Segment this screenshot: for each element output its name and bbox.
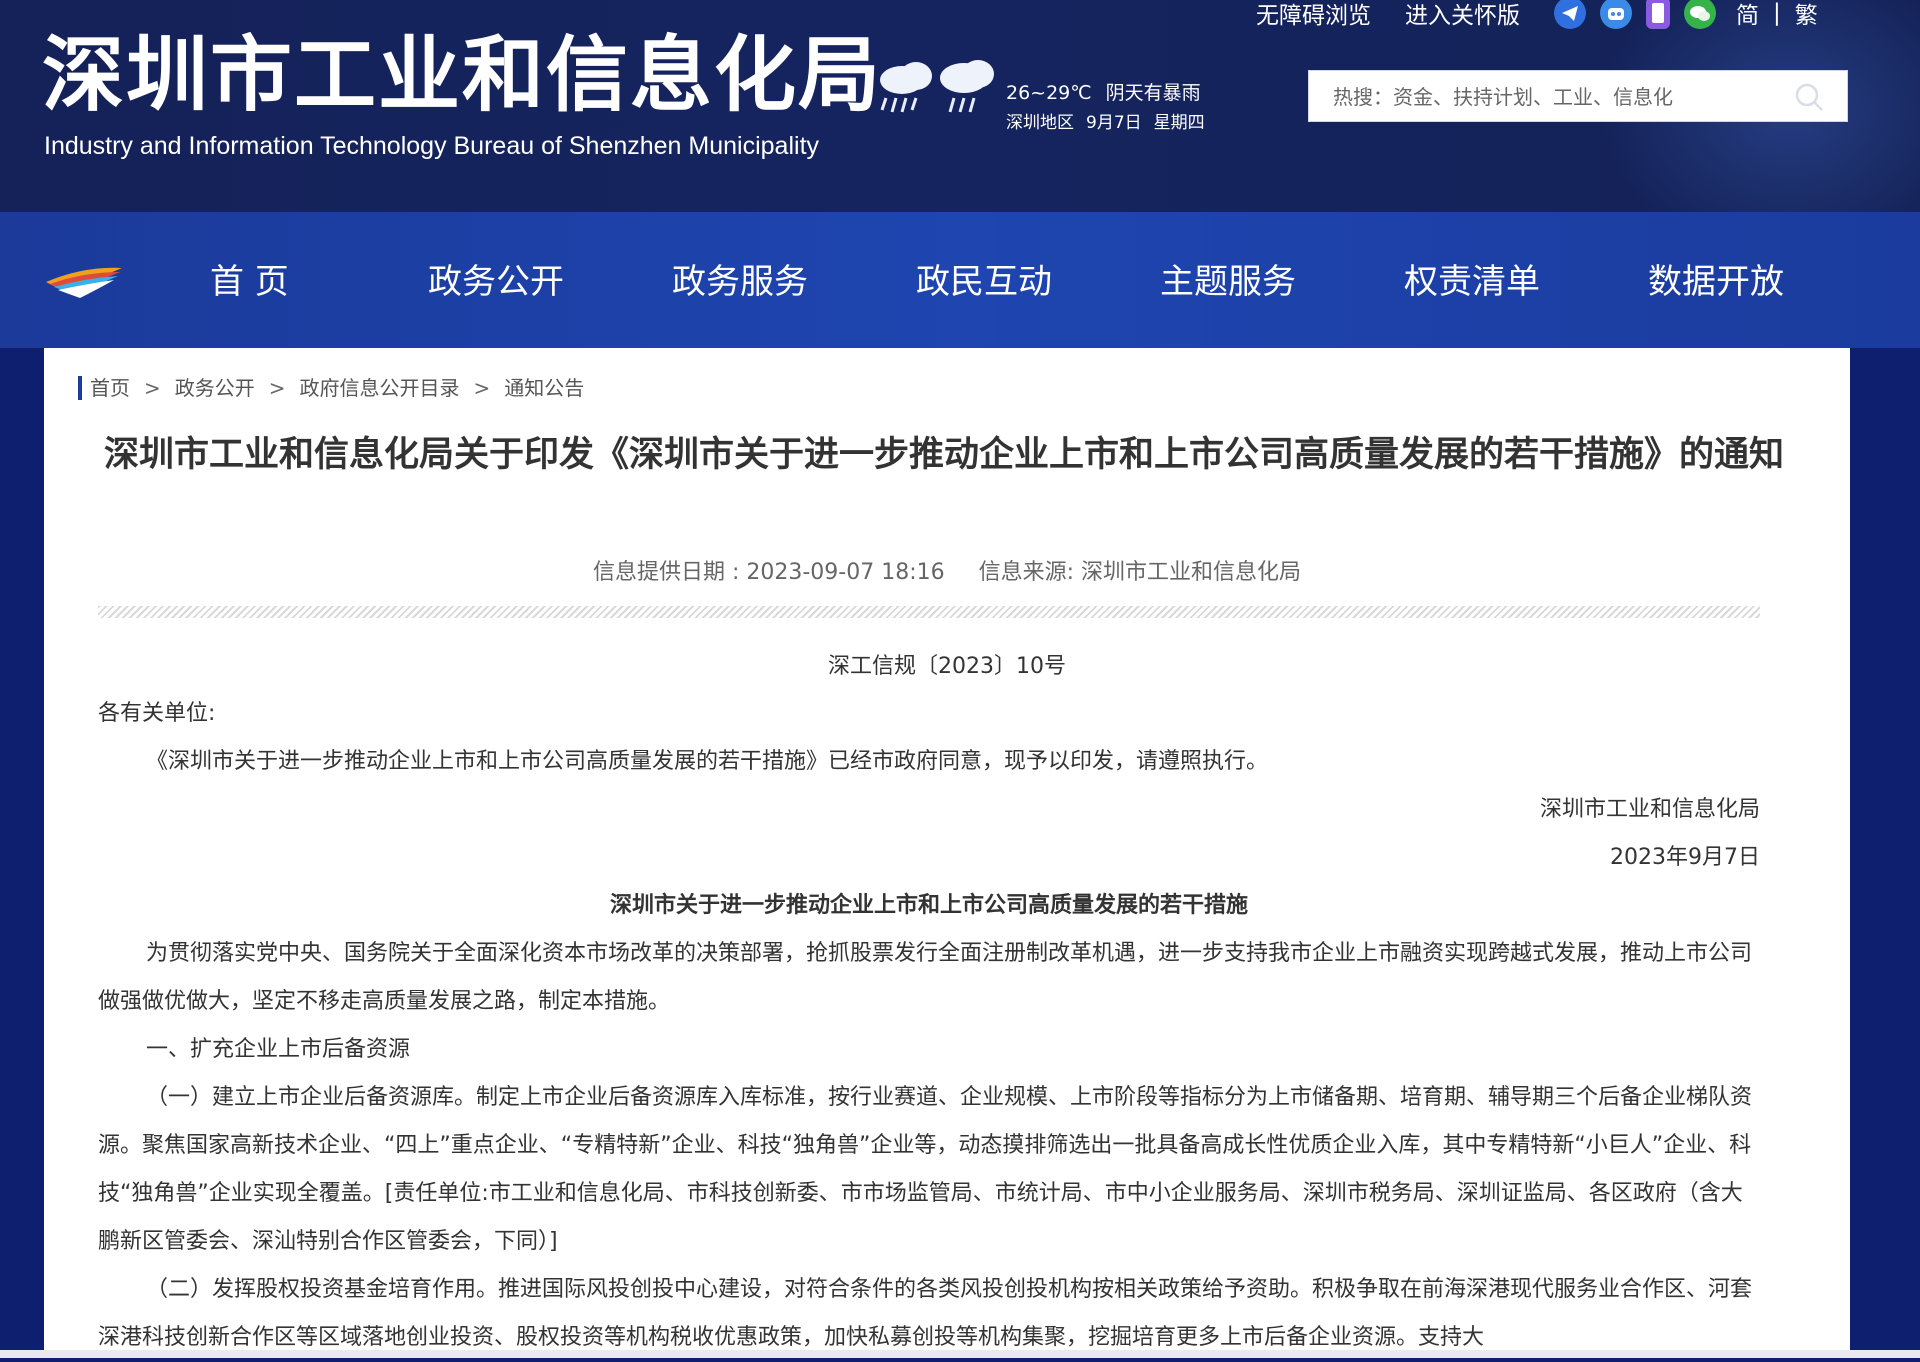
breadcrumb-separator: >: [268, 376, 286, 400]
weather-temperature: 26~29℃ 阴天有暴雨: [1006, 78, 1215, 105]
paragraph-3: （二）发挥股权投资基金培育作用。推进国际风投创投中心建设，对符合条件的各类风投创…: [98, 1277, 1753, 1350]
article-meta: 信息提供日期 : 2023-09-07 18:16 信息来源: 深圳市工业和信息化…: [44, 554, 1850, 586]
weather-date: 深圳地区 9月7日 星期四: [1006, 108, 1217, 133]
top-links: 无障碍浏览 进入关怀版 简 | 繁: [1256, 0, 1818, 29]
robot-icon[interactable]: [1600, 0, 1632, 29]
breadcrumb-notices[interactable]: 通知公告: [504, 376, 584, 400]
intro-paragraph: 《深圳市关于进一步推动企业上市和上市公司高质量发展的若干措施》已经市政府同意，现…: [146, 749, 1269, 774]
site-subtitle: Industry and Information Technology Bure…: [44, 132, 820, 160]
temperature-value: 26~29℃: [1006, 82, 1092, 104]
main-nav: 首 页 政务公开 政务服务 政民互动 主题服务 权责清单 数据开放: [0, 212, 1920, 348]
info-source: 信息来源: 深圳市工业和信息化局: [978, 560, 1302, 585]
bottom-scroll-edge: [0, 1350, 1920, 1358]
title-divider: [98, 606, 1760, 618]
weather-weekday: 星期四: [1153, 113, 1205, 133]
lang-separator: |: [1773, 0, 1781, 26]
nav-item-interaction[interactable]: 政民互动: [916, 254, 1052, 303]
sign-date: 2023年9月7日: [1610, 845, 1760, 870]
article-card: 首页 > 政务公开 > 政府信息公开目录 > 通知公告 深圳市工业和信息化局关于印发《深圳市…: [44, 348, 1850, 1358]
breadcrumb-separator: >: [144, 376, 161, 400]
lang-traditional[interactable]: 繁: [1795, 0, 1818, 30]
wechat-icon[interactable]: [1684, 0, 1716, 29]
breadcrumb-separator: >: [473, 376, 491, 400]
nav-item-topic-services[interactable]: 主题服务: [1160, 254, 1296, 303]
weather-day: 9月7日: [1086, 113, 1142, 133]
nav-item-power-list[interactable]: 权责清单: [1404, 254, 1540, 303]
nav-item-gov-affairs[interactable]: 政务公开: [428, 254, 564, 303]
storm-cloud-icon: [940, 60, 994, 113]
nav-logo-icon[interactable]: [44, 260, 124, 300]
nav-item-open-data[interactable]: 数据开放: [1648, 254, 1784, 303]
site-header: 深圳市工业和信息化局 Industry and Information Tech…: [0, 0, 1920, 212]
weather-region: 深圳地区: [1006, 113, 1074, 133]
site-title[interactable]: 深圳市工业和信息化局: [42, 26, 882, 126]
nav-item-home[interactable]: 首 页: [210, 254, 289, 303]
breadcrumb-gov-affairs[interactable]: 政务公开: [175, 376, 255, 400]
accessibility-link[interactable]: 无障碍浏览: [1256, 0, 1371, 30]
mobile-icon[interactable]: [1646, 0, 1670, 29]
telegram-icon[interactable]: [1554, 0, 1586, 29]
paragraph-2: （一）建立上市企业后备资源库。制定上市企业后备资源库入库标准，按行业赛道、企业规…: [98, 1085, 1753, 1254]
signature: 深圳市工业和信息化局: [1539, 797, 1760, 822]
weather-icons: [880, 60, 994, 113]
search-input[interactable]: [1331, 81, 1775, 113]
lang-simplified[interactable]: 简: [1736, 0, 1759, 30]
section-heading-1: 一、扩充企业上市后备资源: [146, 1037, 411, 1062]
weather-condition: 阴天有暴雨: [1105, 82, 1201, 104]
paragraph-1: 为贯彻落实党中央、国务院关于全面深化资本市场改革的决策部署，抢抓股票发行全面注册…: [98, 941, 1753, 1014]
search-icon[interactable]: [1793, 81, 1825, 113]
rain-cloud-icon: [880, 62, 932, 113]
care-mode-link[interactable]: 进入关怀版: [1405, 0, 1520, 30]
publish-date: 信息提供日期 : 2023-09-07 18:16: [592, 560, 945, 585]
nav-item-gov-services[interactable]: 政务服务: [672, 254, 808, 303]
breadcrumb-home[interactable]: 首页: [90, 376, 130, 400]
article-title: 深圳市工业和信息化局关于印发《深圳市关于进一步推动企业上市和上市公司高质量发展的…: [103, 435, 1784, 475]
breadcrumb: 首页 > 政务公开 > 政府信息公开目录 > 通知公告: [78, 376, 584, 400]
salutation: 各有关单位:: [98, 701, 216, 726]
search-box: [1308, 70, 1848, 122]
breadcrumb-info-catalog[interactable]: 政府信息公开目录: [300, 376, 460, 400]
measures-title: 深圳市关于进一步推动企业上市和上市公司高质量发展的若干措施: [609, 893, 1248, 918]
document-number: 深工信规〔2023〕10号: [828, 654, 1066, 679]
